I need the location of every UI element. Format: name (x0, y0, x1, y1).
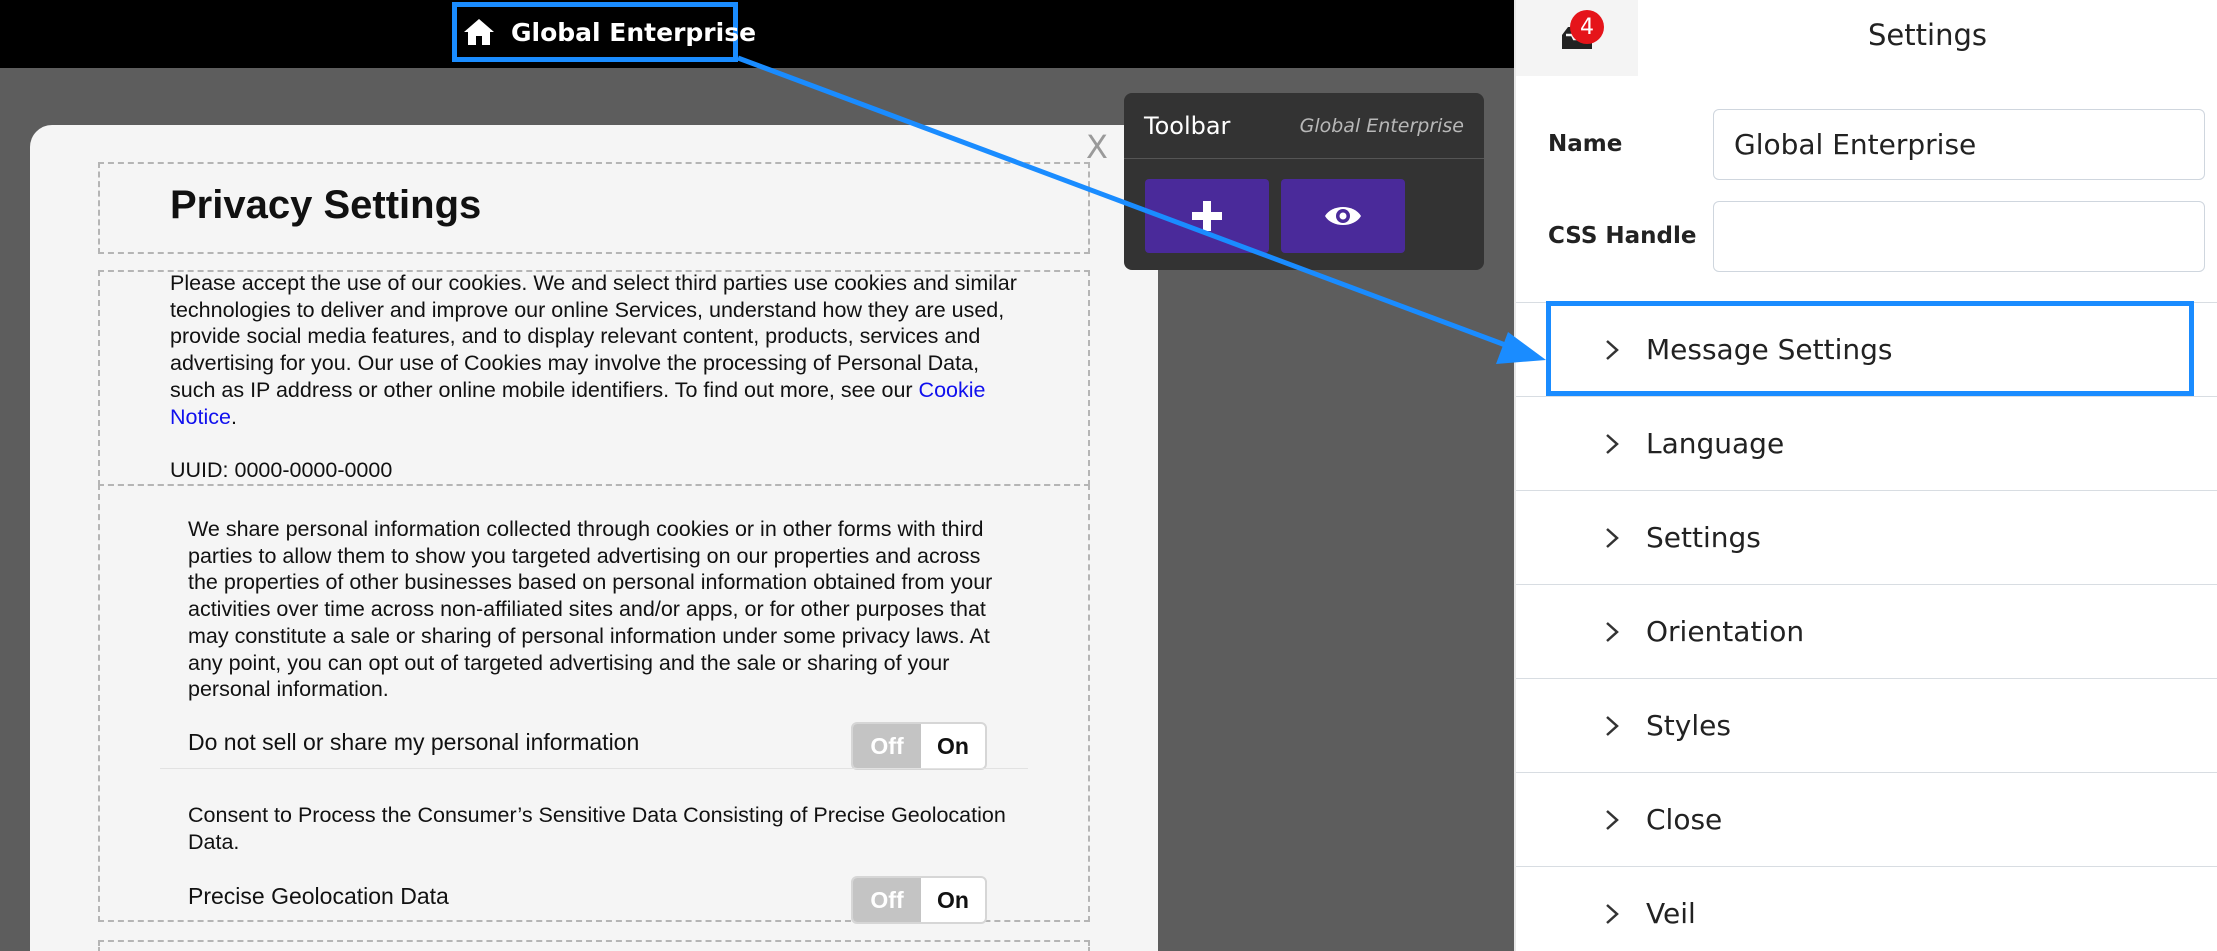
toggle-off[interactable]: Off (853, 724, 921, 768)
plus-icon (1192, 201, 1222, 231)
eye-icon (1325, 207, 1361, 225)
accordion-language[interactable]: Language (1516, 396, 2217, 490)
uuid-text: UUID: 0000-0000-0000 (170, 458, 393, 482)
toggle-on[interactable]: On (921, 878, 985, 922)
chevron-right-icon (1604, 867, 1620, 951)
preview-button[interactable] (1281, 179, 1405, 253)
settings-panel: 4 Settings Name CSS Handle Message Setti… (1514, 0, 2217, 951)
panel-title: Settings (1868, 18, 1987, 52)
modal-title: Privacy Settings (170, 183, 482, 227)
geolocation-consent-text: Consent to Process the Consumer’s Sensit… (188, 803, 1006, 854)
accordion-label: Close (1646, 803, 1723, 836)
toolbar-title: Toolbar (1144, 111, 1231, 140)
accordion-styles[interactable]: Styles (1516, 678, 2217, 772)
accordion-label: Settings (1646, 521, 1761, 554)
do-not-sell-label: Do not sell or share my personal informa… (188, 729, 640, 755)
accordion-orientation[interactable]: Orientation (1516, 584, 2217, 678)
accordion-label: Orientation (1646, 615, 1805, 648)
css-handle-input[interactable] (1713, 201, 2205, 272)
accordion-close[interactable]: Close (1516, 772, 2217, 866)
chevron-right-icon (1604, 491, 1620, 585)
css-handle-label: CSS Handle (1548, 223, 1697, 249)
toolbar-subtitle: Global Enterprise (1299, 114, 1464, 137)
geolocation-toggle[interactable]: Off On (851, 876, 987, 924)
add-button[interactable] (1145, 179, 1269, 253)
chevron-right-icon (1604, 773, 1620, 867)
home-icon (463, 15, 495, 49)
chevron-right-icon (1604, 585, 1620, 679)
toggle-on[interactable]: On (921, 724, 985, 768)
message-settings-highlight (1546, 301, 2194, 396)
chevron-right-icon (1604, 397, 1620, 491)
accordion-label: Styles (1646, 709, 1731, 742)
accordion-settings[interactable]: Settings (1516, 490, 2217, 584)
do-not-sell-toggle[interactable]: Off On (851, 722, 987, 770)
home-breadcrumb-label: Global Enterprise (511, 17, 757, 47)
close-modal-button[interactable]: X (1086, 128, 1108, 166)
share-text: We share personal information collected … (188, 517, 993, 702)
geolocation-label: Precise Geolocation Data (188, 883, 449, 909)
name-label: Name (1548, 131, 1623, 157)
accordion-label: Language (1646, 427, 1785, 460)
top-bar: Global Enterprise (0, 0, 1514, 68)
home-breadcrumb[interactable]: Global Enterprise (452, 2, 756, 62)
accordion-label: Veil (1646, 897, 1696, 930)
toolbar-header: Toolbar Global Enterprise (1124, 93, 1484, 159)
divider (160, 768, 1028, 769)
next-block[interactable] (98, 940, 1090, 951)
floating-toolbar: Toolbar Global Enterprise (1124, 93, 1484, 270)
intro-text: Please accept the use of our cookies. We… (170, 271, 1017, 429)
toggle-off[interactable]: Off (853, 878, 921, 922)
accordion-veil[interactable]: Veil (1516, 866, 2217, 951)
name-input[interactable] (1713, 109, 2205, 180)
chevron-right-icon (1604, 679, 1620, 773)
